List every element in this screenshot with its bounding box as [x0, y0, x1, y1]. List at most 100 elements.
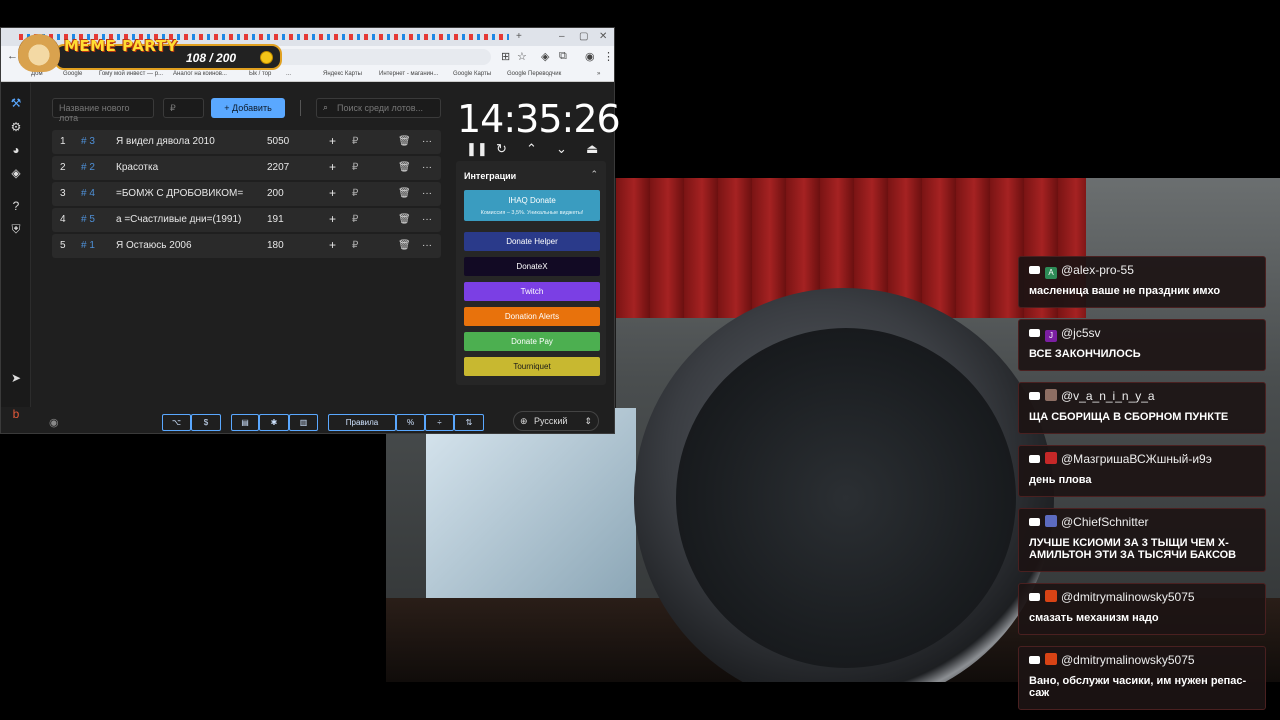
rub-icon[interactable]: ₽ [352, 162, 358, 173]
countdown-timer: 14:35:26 [457, 97, 621, 141]
more-icon[interactable]: ··· [422, 188, 432, 199]
youtube-icon [1029, 593, 1040, 601]
reset-icon[interactable]: ↻ [496, 141, 507, 157]
trash-icon[interactable]: 🗑 [398, 162, 411, 173]
profile-icon[interactable]: ◉ [585, 50, 595, 63]
lot-id: # 1 [81, 240, 95, 251]
trash-icon[interactable]: 🗑 [398, 214, 411, 225]
language-select[interactable]: ⊕ Русский ⇕ [513, 411, 599, 431]
add-amount-icon[interactable]: + [329, 238, 336, 252]
help-icon[interactable]: ? [9, 199, 23, 213]
bookmark[interactable]: Google Карты [453, 71, 491, 77]
new-tab-icon[interactable]: + [516, 31, 522, 42]
meme-party-widget: MEME PARTY 108 / 200 [18, 34, 282, 72]
chat-username: @alex-pro-55 [1061, 263, 1134, 277]
dollar-button[interactable]: $ [191, 414, 221, 431]
minimize-icon[interactable]: – [559, 31, 565, 42]
shield-icon[interactable]: ◈ [541, 50, 549, 63]
rub-icon[interactable]: ₽ [352, 214, 358, 225]
telegram-icon[interactable]: ➤ [9, 371, 23, 385]
add-amount-icon[interactable]: + [329, 160, 336, 174]
donation-alerts-button[interactable]: Donation Alerts [464, 307, 600, 326]
bookmark[interactable]: Google Переводчик [507, 71, 561, 77]
bookmark[interactable]: Интернет - маганин... [379, 71, 438, 77]
more-icon[interactable]: ··· [422, 240, 432, 251]
percent-button[interactable]: % [396, 414, 425, 431]
lot-row[interactable]: 2 # 2 Красотка 2207 + ₽ 🗑 ··· [52, 156, 441, 180]
stats-button[interactable]: ▥ [289, 414, 318, 431]
tourniquet-button[interactable]: Tourniquet [464, 357, 600, 376]
lot-id: # 2 [81, 162, 95, 173]
lot-row[interactable]: 1 # 3 Я видел дявола 2010 5050 + ₽ 🗑 ··· [52, 130, 441, 154]
donatex-button[interactable]: DonateX [464, 257, 600, 276]
search-input[interactable]: ⌕ Поиск среди лотов... [316, 98, 441, 118]
wristwatch-dial [676, 328, 1016, 668]
rub-icon[interactable]: ₽ [352, 240, 358, 251]
trash-icon[interactable]: 🗑 [398, 240, 411, 251]
wheel-icon[interactable]: ◕ [9, 143, 23, 157]
more-icon[interactable]: ··· [422, 162, 432, 173]
chevron-down-icon[interactable]: ⌄ [556, 141, 567, 157]
rules-button[interactable]: Правила [328, 414, 396, 431]
lot-name[interactable]: а =Счастливые дни=(1991) [116, 214, 241, 225]
twitch-button[interactable]: Twitch [464, 282, 600, 301]
split-button[interactable]: ÷ [425, 414, 454, 431]
layers-icon[interactable]: ◈ [9, 166, 23, 180]
lot-name[interactable]: Красотка [116, 162, 158, 173]
lot-row[interactable]: 5 # 1 Я Остаюсь 2006 180 + ₽ 🗑 ··· [52, 234, 441, 258]
donate-helper-button[interactable]: Donate Helper [464, 232, 600, 251]
extensions-icon[interactable]: ⧉ [559, 50, 567, 63]
collapse-icon[interactable]: ⌃ [590, 169, 598, 180]
more-icon[interactable]: ··· [422, 214, 432, 225]
shield-check-icon[interactable]: ⛨ [9, 222, 23, 236]
lot-row[interactable]: 4 # 5 а =Счастливые дни=(1991) 191 + ₽ 🗑… [52, 208, 441, 232]
search-icon: ⌕ [323, 102, 329, 112]
chevron-double-up-icon[interactable]: ⏏ [586, 141, 598, 157]
back-icon[interactable]: ← [7, 50, 18, 62]
chevron-up-icon[interactable]: ⌃ [526, 141, 537, 157]
add-amount-icon[interactable]: + [329, 212, 336, 226]
ihaq-label: IHAQ Donate [508, 196, 556, 205]
sort-button[interactable]: ⇅ [454, 414, 484, 431]
gear-icon[interactable]: ⚙ [9, 120, 23, 134]
eye-icon[interactable]: ◉ [49, 416, 59, 429]
avatar [1045, 653, 1057, 665]
amount-input[interactable]: ₽ [163, 98, 204, 118]
auction-hammer-icon[interactable]: ⚒ [9, 96, 23, 110]
lot-name[interactable]: Я видел дявола 2010 [116, 136, 215, 147]
sidebar: ⚒ ⚙ ◕ ◈ ? ⛨ ➤ b [1, 83, 31, 421]
lot-name[interactable]: Я Остаюсь 2006 [116, 240, 192, 251]
rub-icon[interactable]: ₽ [352, 136, 358, 147]
lot-number: 2 [60, 162, 66, 173]
menu-icon[interactable]: ⋮ [603, 50, 614, 63]
clipboard-button[interactable]: ▤ [231, 414, 259, 431]
lot-row[interactable]: 3 # 4 =БОМЖ С ДРОБОВИКОМ= 200 + ₽ 🗑 ··· [52, 182, 441, 206]
donate-pay-button[interactable]: Donate Pay [464, 332, 600, 351]
meme-count: 108 / 200 [186, 51, 237, 65]
youtube-icon [1029, 392, 1040, 400]
more-icon[interactable]: ··· [422, 136, 432, 147]
close-icon[interactable]: ✕ [599, 31, 607, 42]
trash-icon[interactable]: 🗑 [398, 188, 411, 199]
address-field[interactable] [261, 49, 491, 65]
add-label: Добавить [232, 103, 272, 113]
maximize-icon[interactable]: ▢ [579, 31, 588, 42]
lot-name[interactable]: =БОМЖ С ДРОБОВИКОМ= [116, 188, 243, 199]
star-icon[interactable]: ☆ [517, 50, 527, 63]
bookmark[interactable]: Яндекс Карты [323, 71, 362, 77]
pause-icon[interactable]: ❚❚ [466, 141, 488, 157]
chat-text: день плова [1029, 474, 1092, 486]
more-bookmarks-icon[interactable]: » [597, 71, 600, 77]
translate-icon[interactable]: ⊞ [501, 50, 510, 63]
brand-logo-icon[interactable]: b [9, 407, 23, 421]
new-lot-input[interactable]: Название нового лота [52, 98, 154, 123]
add-amount-icon[interactable]: + [329, 134, 336, 148]
github-button[interactable]: ⌥ [162, 414, 191, 431]
bug-button[interactable]: ✱ [259, 414, 289, 431]
add-amount-icon[interactable]: + [329, 186, 336, 200]
rub-icon[interactable]: ₽ [352, 188, 358, 199]
add-lot-button[interactable]: + Добавить [211, 98, 285, 118]
trash-icon[interactable]: 🗑 [398, 136, 411, 147]
ihaq-donate-button[interactable]: IHAQ Donate Комиссия – 3,5%. Уникальные … [464, 190, 600, 221]
bookmark[interactable]: ... [286, 71, 291, 77]
